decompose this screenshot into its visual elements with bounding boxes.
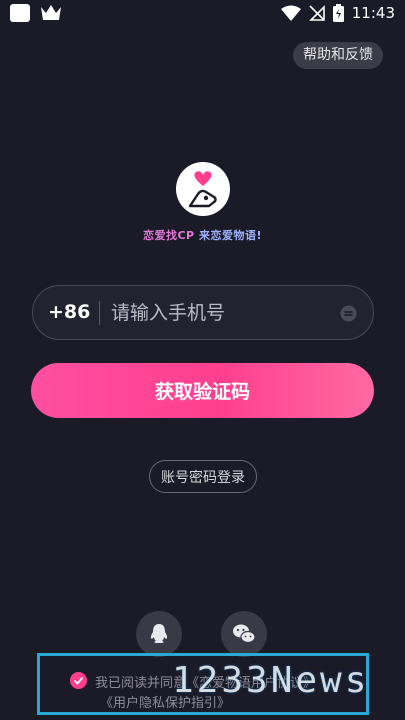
app-square-icon <box>10 4 30 22</box>
qq-login-button[interactable] <box>136 611 182 657</box>
qq-icon <box>150 624 168 643</box>
clear-input-icon[interactable] <box>340 305 357 322</box>
app-logo <box>176 162 230 216</box>
wechat-login-button[interactable] <box>221 611 267 657</box>
check-icon <box>73 676 84 685</box>
status-bar: 11:43 <box>0 0 405 28</box>
wechat-icon <box>233 624 256 644</box>
agree-checkbox[interactable] <box>70 672 87 689</box>
battery-icon <box>332 4 344 22</box>
watermark: 1233News <box>172 660 370 701</box>
slogan-part1: 恋爱找CP <box>142 229 195 242</box>
status-time: 11:43 <box>351 4 395 22</box>
input-divider <box>99 301 100 325</box>
no-sim-icon <box>308 5 325 21</box>
country-code[interactable]: +86 <box>48 301 90 323</box>
wifi-icon <box>280 5 301 21</box>
crown-icon <box>41 5 61 20</box>
slogan-part2: 来恋爱物语! <box>198 229 262 242</box>
phone-input-box: +86 <box>32 285 374 340</box>
phone-input[interactable] <box>111 296 331 330</box>
slogan: 恋爱找CP 来恋爱物语! <box>0 227 405 243</box>
get-code-button[interactable]: 获取验证码 <box>31 363 374 418</box>
password-login-button[interactable]: 账号密码登录 <box>149 460 257 493</box>
help-feedback-button[interactable]: 帮助和反馈 <box>293 42 383 69</box>
heart-hand-icon <box>177 163 229 215</box>
